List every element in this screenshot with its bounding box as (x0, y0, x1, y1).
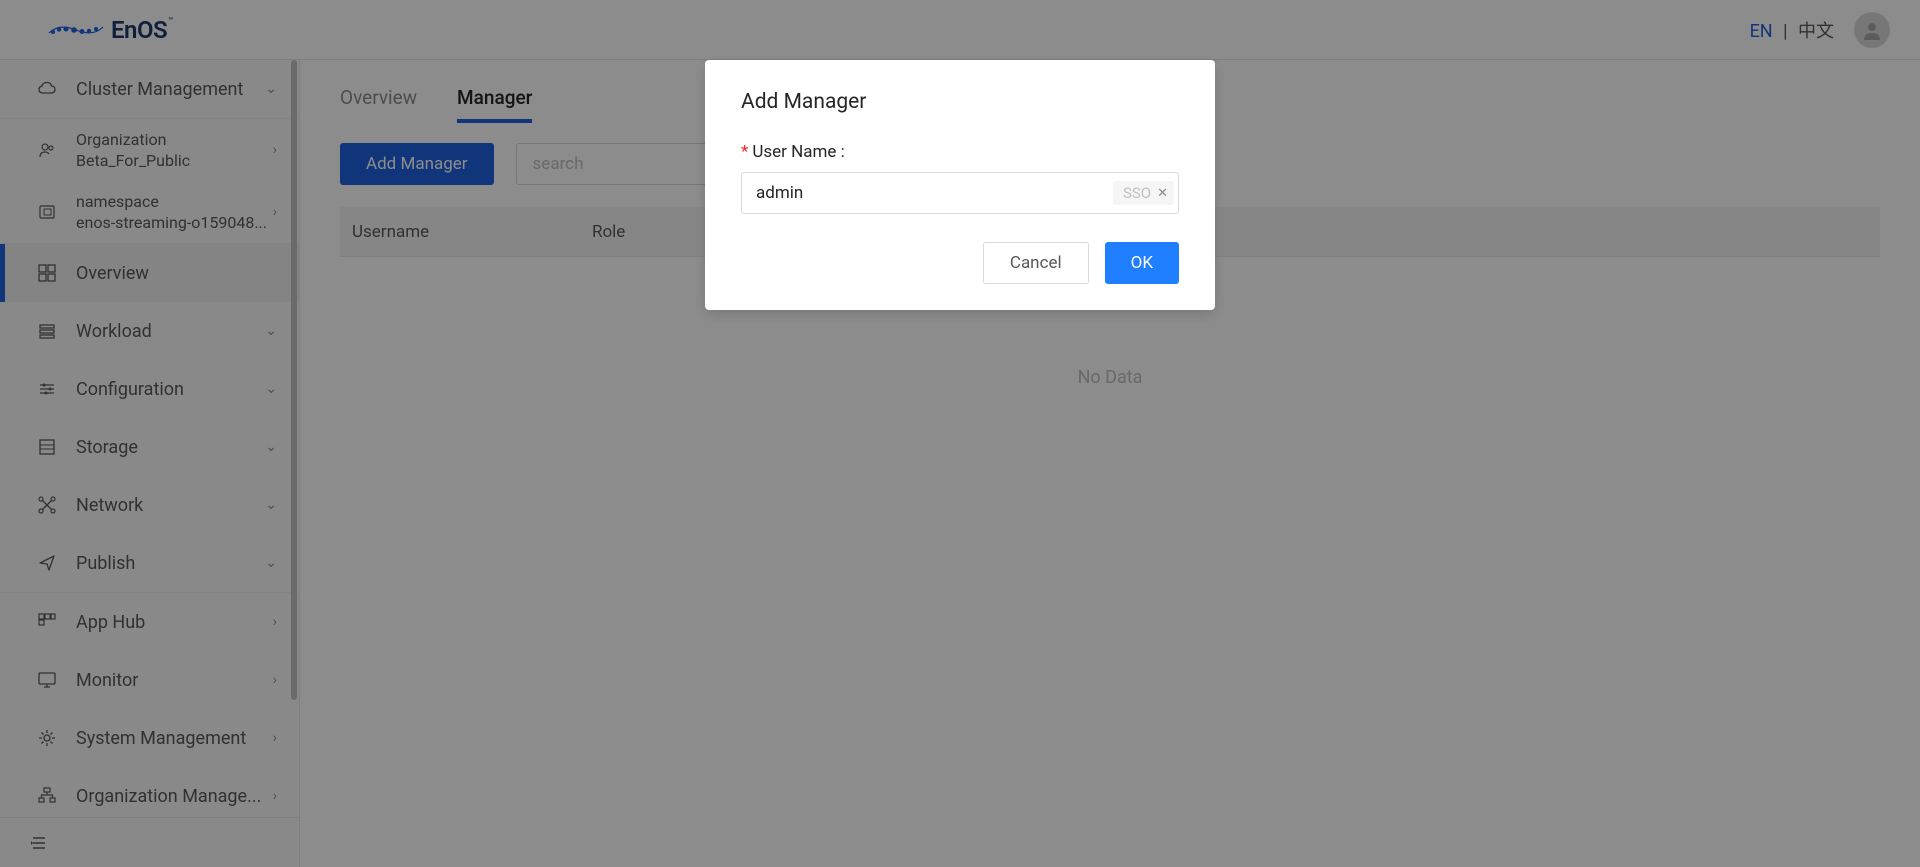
username-input[interactable] (756, 183, 1113, 203)
modal-footer: Cancel OK (741, 242, 1179, 284)
cancel-button[interactable]: Cancel (983, 242, 1089, 284)
required-star: * (741, 142, 748, 162)
sso-tag: SSO ✕ (1113, 181, 1174, 205)
modal-title: Add Manager (741, 90, 1179, 114)
username-label: *User Name : (741, 142, 1179, 162)
add-manager-modal: Add Manager *User Name : SSO ✕ Cancel OK (705, 60, 1215, 310)
username-input-wrap[interactable]: SSO ✕ (741, 172, 1179, 214)
close-icon[interactable]: ✕ (1157, 186, 1168, 201)
tag-text: SSO (1123, 184, 1151, 202)
ok-button[interactable]: OK (1105, 242, 1179, 284)
